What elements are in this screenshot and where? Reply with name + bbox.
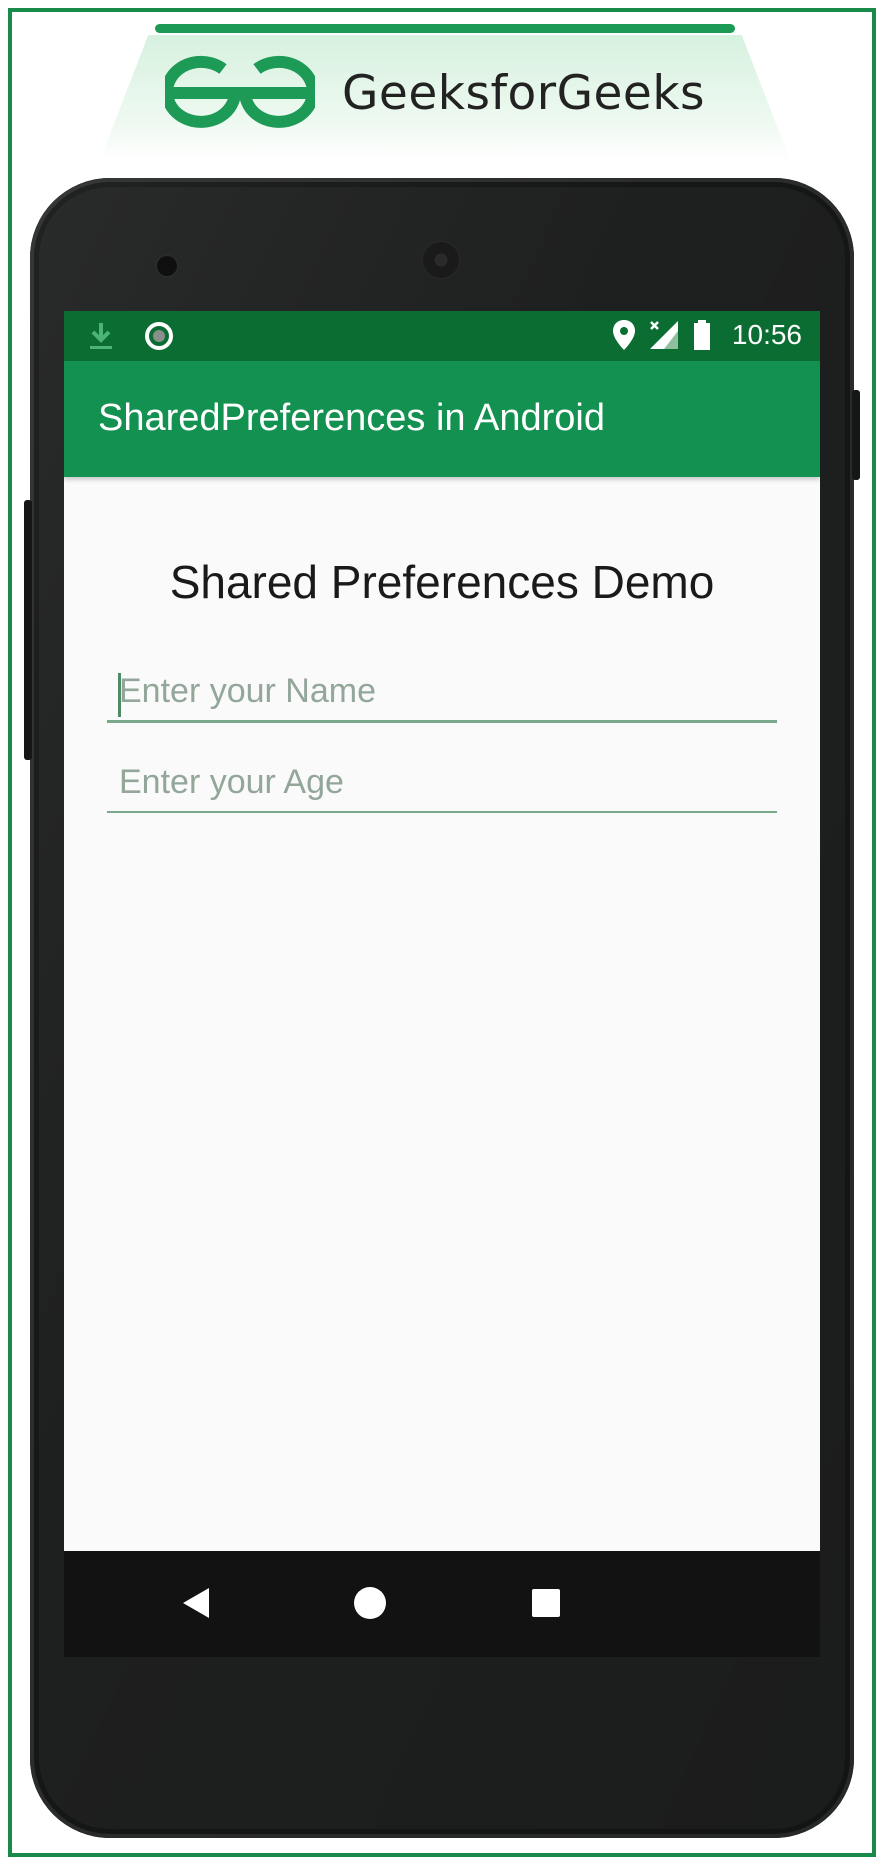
status-left [88,321,174,351]
battery-icon [693,320,710,350]
name-input[interactable] [107,663,777,723]
volume-button [24,500,32,760]
recents-button[interactable] [524,1581,568,1625]
phone-screen: 10:56 SharedPreferences in Android Share… [64,311,820,1551]
front-camera [157,256,177,276]
text-cursor [118,673,121,717]
earpiece-speaker [423,242,459,278]
age-input[interactable] [107,753,777,813]
app-title: SharedPreferences in Android [98,397,605,439]
download-icon [90,323,112,349]
back-button[interactable] [174,1581,218,1625]
navigation-bar [64,1551,820,1657]
status-time: 10:56 [731,319,802,350]
status-bar: 10:56 [64,311,820,361]
status-right: 10:56 [612,319,802,351]
brand-name: GeeksforGeeks [342,66,706,121]
gfg-logo-icon [165,55,315,128]
location-icon [612,320,635,350]
recents-icon [532,1589,560,1617]
power-button [852,390,860,480]
home-button[interactable] [348,1581,392,1625]
app-bar: SharedPreferences in Android [64,361,820,477]
page-title: Shared Preferences Demo [169,556,715,608]
back-icon [183,1588,209,1618]
brand-bar [155,24,735,33]
home-icon [354,1587,386,1619]
main-content: Shared Preferences Demo [64,477,820,1417]
signal-icon [649,321,678,349]
record-icon [145,322,173,350]
